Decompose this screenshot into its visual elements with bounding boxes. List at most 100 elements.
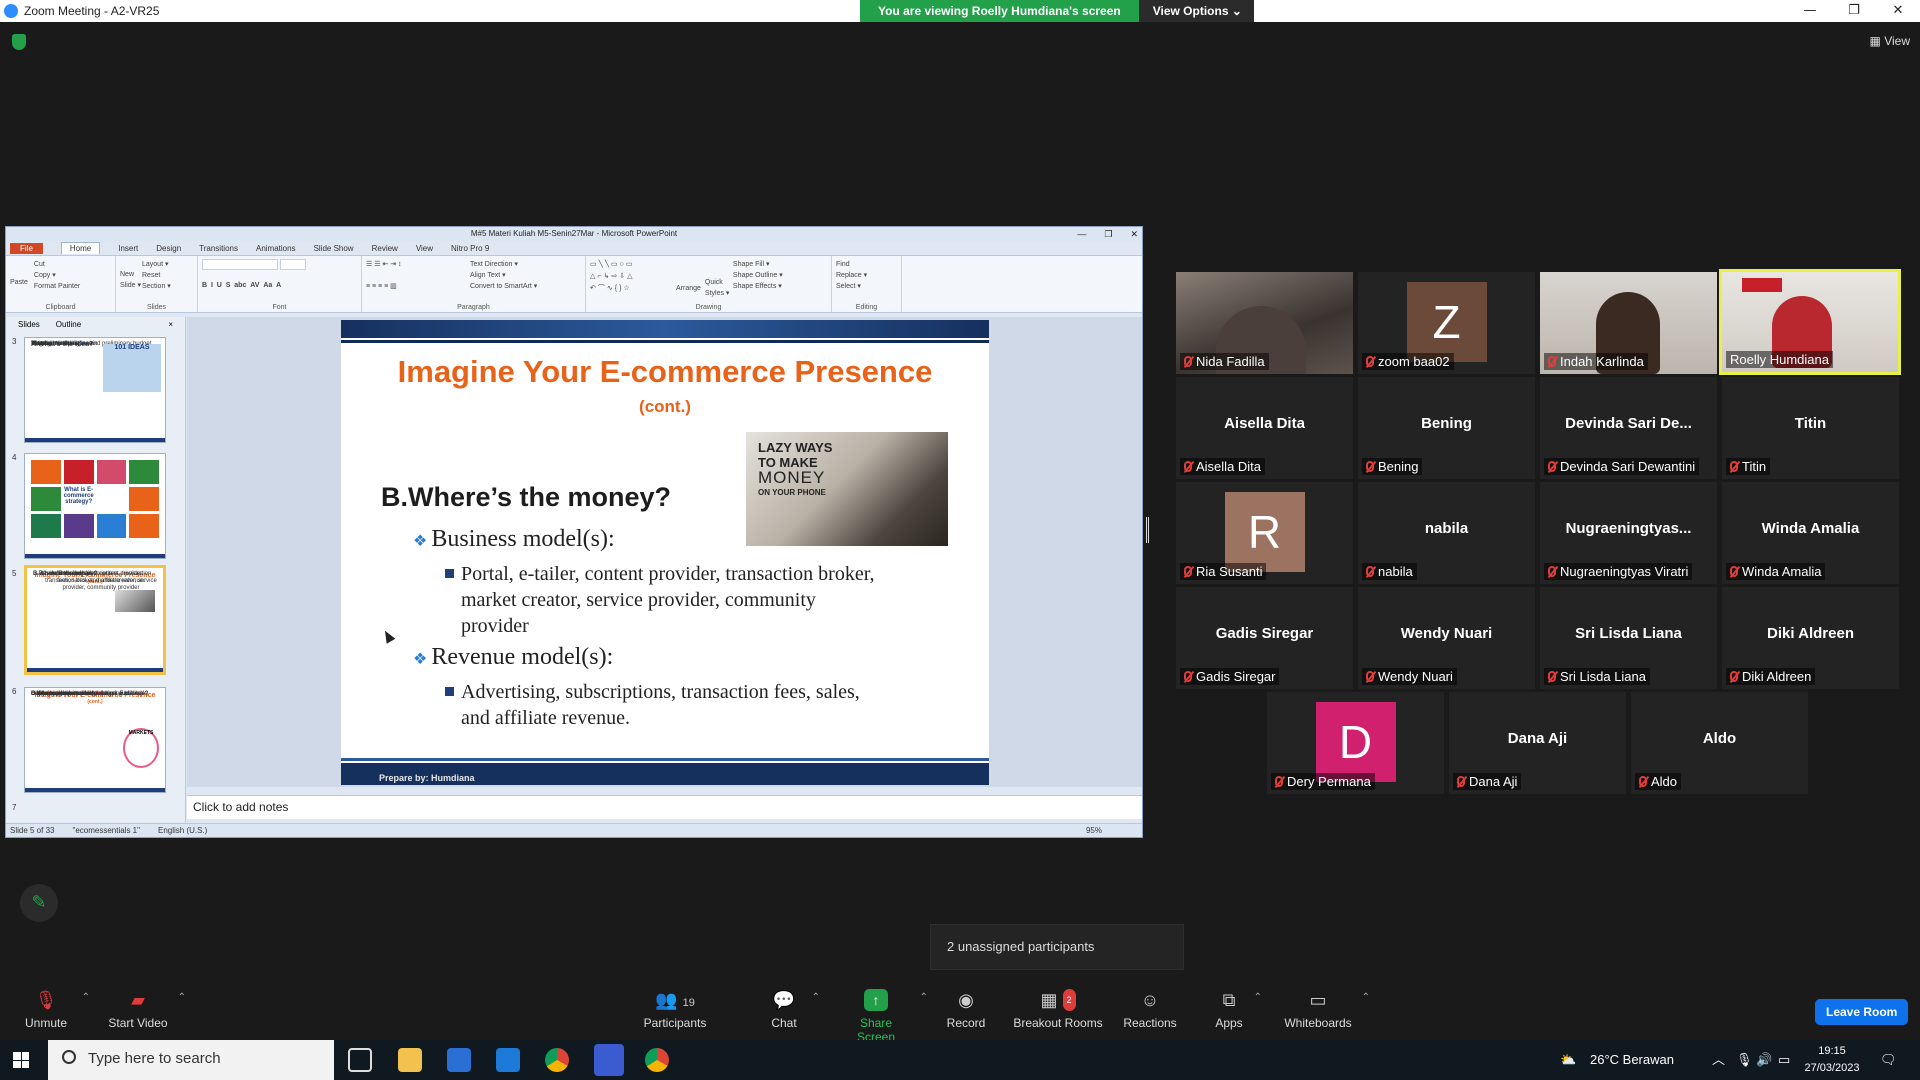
annotate-pencil-icon[interactable]: ✎	[20, 884, 58, 922]
select-button[interactable]: Select ▾	[836, 281, 897, 292]
ppt-maximize-button[interactable]: ❐	[1104, 227, 1112, 241]
panel-close-icon[interactable]: ×	[162, 319, 179, 330]
notifications-icon[interactable]: 🗨	[1880, 1040, 1897, 1080]
maximize-button[interactable]: ❐	[1832, 0, 1876, 22]
security-shield-icon[interactable]	[12, 34, 26, 50]
slide-thumbnail-3[interactable]: A.What's the idea? Vision Mission statem…	[24, 337, 166, 443]
weather-text[interactable]: 26°C Berawan	[1590, 1040, 1674, 1080]
tab-review[interactable]: Review	[372, 244, 398, 253]
tab-slides[interactable]: Slides	[12, 319, 46, 330]
participant-tile[interactable]: Z zoom baa02	[1358, 272, 1535, 374]
slide-thumbnail-6[interactable]: Imagine Your E-commerce Presence (cont.)…	[24, 687, 166, 793]
notes-input[interactable]: Click to add notes	[187, 795, 1142, 819]
find-button[interactable]: Find	[836, 259, 897, 270]
tab-design[interactable]: Design	[156, 244, 181, 253]
task-view-icon[interactable]	[348, 1048, 372, 1072]
chat-button[interactable]: 💬 Chat ⌃	[764, 980, 820, 1040]
chevron-up-icon[interactable]: ⌃	[1254, 992, 1262, 1003]
slide-thumbnail-4[interactable]: What is E-commerce strategy?	[24, 453, 166, 559]
slide-thumbnail-5-selected[interactable]: Imagine Your E-commerce Presence (cont.)…	[24, 565, 166, 675]
close-button[interactable]: ✕	[1876, 0, 1920, 22]
participant-tile[interactable]: Gadis Siregar Gadis Siregar	[1176, 587, 1353, 689]
reactions-button[interactable]: ☺ Reactions	[1122, 980, 1178, 1040]
font-name-select[interactable]	[202, 259, 278, 270]
chevron-up-icon[interactable]: ⌃	[812, 992, 820, 1003]
chevron-up-icon[interactable]: ⌃	[178, 992, 186, 1003]
slide-editing-area[interactable]: Imagine Your E-commerce Presence (cont.)…	[187, 317, 1142, 787]
apps-button[interactable]: ⧉ Apps ⌃	[1212, 980, 1262, 1040]
view-splitter-handle[interactable]	[1146, 517, 1149, 543]
taskbar-search-input[interactable]: Type here to search	[48, 1040, 334, 1080]
participant-tile[interactable]: Dana Aji Dana Aji	[1449, 692, 1626, 794]
participant-tile[interactable]: D Dery Permana	[1267, 692, 1444, 794]
tab-animations[interactable]: Animations	[256, 244, 296, 253]
participant-tile[interactable]: Wendy Nuari Wendy Nuari	[1358, 587, 1535, 689]
arrange-button[interactable]: Arrange	[676, 283, 701, 294]
breakout-rooms-button[interactable]: ▦ 2 Breakout Rooms	[1012, 980, 1104, 1040]
tab-nitro[interactable]: Nitro Pro 9	[451, 244, 489, 253]
minimize-button[interactable]: —	[1788, 0, 1832, 22]
leave-room-button[interactable]: Leave Room	[1815, 999, 1909, 1025]
chrome-icon[interactable]	[545, 1048, 569, 1072]
participant-tile[interactable]: Devinda Sari De... Devinda Sari Dewantini	[1540, 377, 1717, 479]
tab-insert[interactable]: Insert	[118, 244, 138, 253]
paste-button[interactable]: Paste	[10, 277, 28, 288]
font-size-select[interactable]	[279, 259, 306, 270]
new-slide-button[interactable]: New Slide ▾	[120, 269, 142, 291]
unmute-button[interactable]: 🎙 Unmute ⌃	[18, 980, 90, 1040]
whiteboards-button[interactable]: ▭ Whiteboards ⌃	[1282, 980, 1370, 1040]
chevron-up-icon[interactable]: ⌃	[920, 992, 928, 1003]
participant-tile[interactable]: R Ria Susanti	[1176, 482, 1353, 584]
participant-tile[interactable]: Bening Bening	[1358, 377, 1535, 479]
participant-tile[interactable]: Nida Fadilla	[1176, 272, 1353, 374]
participant-tile[interactable]: Sri Lisda Liana Sri Lisda Liana	[1540, 587, 1717, 689]
current-slide[interactable]: Imagine Your E-commerce Presence (cont.)…	[341, 320, 989, 785]
replace-button[interactable]: Replace ▾	[836, 270, 897, 281]
file-explorer-icon[interactable]	[398, 1048, 422, 1072]
weather-icon[interactable]: ⛅	[1560, 1040, 1576, 1080]
record-button[interactable]: ◉ Record	[944, 980, 988, 1040]
view-options-button[interactable]: View Options ⌄	[1138, 0, 1254, 22]
paragraph-buttons[interactable]: ☰ ☰ ⇤ ⇥ ↕ ≡ ≡ ≡ ≡ ▥	[366, 259, 470, 292]
tab-slide-show[interactable]: Slide Show	[314, 244, 354, 253]
ppt-minimize-button[interactable]: —	[1077, 227, 1086, 241]
tab-file[interactable]: File	[10, 242, 43, 254]
volume-icon[interactable]: 🔊	[1756, 1040, 1772, 1080]
tab-outline[interactable]: Outline	[50, 319, 87, 330]
participants-button[interactable]: 👥 19 Participants	[640, 980, 710, 1040]
start-video-button[interactable]: ▰ Start Video ⌃	[106, 980, 186, 1040]
cut-button[interactable]: Cut	[10, 259, 111, 270]
participant-tile[interactable]: Nugraeningtyas... Nugraeningtyas Viratri	[1540, 482, 1717, 584]
participant-tile-active-speaker[interactable]: Roelly Humdiana	[1719, 269, 1901, 375]
microphone-icon[interactable]: 🎙	[1736, 1040, 1753, 1080]
participant-tile[interactable]: Aldo Aldo	[1631, 692, 1808, 794]
participant-tile[interactable]: Aisella Dita Aisella Dita	[1176, 377, 1353, 479]
participant-tile[interactable]: Indah Karlinda	[1540, 272, 1717, 374]
network-icon[interactable]: ▭	[1778, 1040, 1790, 1080]
share-screen-button[interactable]: ↑ Share Screen ⌃	[840, 980, 928, 1044]
tab-home[interactable]: Home	[60, 242, 101, 254]
reactions-icon: ☺	[1140, 990, 1160, 1010]
ppt-close-button[interactable]: ✕	[1130, 227, 1138, 241]
shapes-gallery[interactable]: ▭╲╲▭○▭ △⌐↳⇨⇩△ ↶⌒∿{}☆	[590, 259, 676, 295]
zoom-taskbar-icon[interactable]	[594, 1044, 624, 1076]
unassigned-participants-popup[interactable]: 2 unassigned participants	[930, 924, 1184, 970]
tab-transitions[interactable]: Transitions	[199, 244, 238, 253]
font-format-buttons[interactable]: B I U S abc AV Aa A	[202, 280, 357, 291]
mail-icon[interactable]	[496, 1048, 520, 1072]
status-zoom[interactable]: 95%	[1086, 826, 1102, 835]
taskbar-clock[interactable]: 19:15 27/03/2023	[1800, 1043, 1864, 1077]
view-button[interactable]: ▦ View	[1870, 34, 1910, 48]
participant-tile[interactable]: Diki Aldreen Diki Aldreen	[1722, 587, 1899, 689]
quick-styles-button[interactable]: Quick Styles ▾	[705, 277, 733, 299]
chevron-up-icon[interactable]: ⌃	[1362, 992, 1370, 1003]
chrome-window-icon[interactable]	[645, 1048, 669, 1072]
participant-tile[interactable]: Winda Amalia Winda Amalia	[1722, 482, 1899, 584]
participant-tile[interactable]: nabila nabila	[1358, 482, 1535, 584]
tab-view[interactable]: View	[416, 244, 433, 253]
windows-start-icon[interactable]	[13, 1052, 29, 1068]
chevron-up-icon[interactable]: ⌃	[82, 992, 90, 1003]
chevron-up-icon[interactable]: ︿	[1712, 1040, 1725, 1080]
participant-tile[interactable]: Titin Titin	[1722, 377, 1899, 479]
microsoft-store-icon[interactable]	[447, 1048, 471, 1072]
